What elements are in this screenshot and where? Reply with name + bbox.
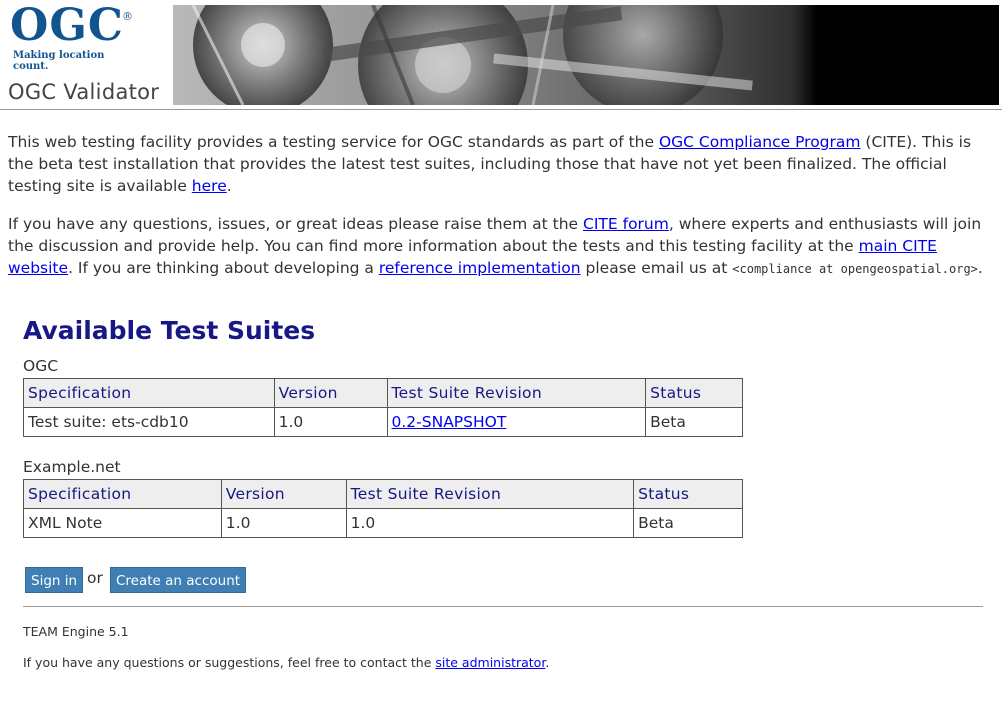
help-text: . [977,259,983,277]
available-test-suites-heading: Available Test Suites [23,316,316,345]
column-header-revision: Test Suite Revision [386,378,647,408]
logo-registered-mark: ® [122,10,133,23]
column-header-status: Status [633,479,743,509]
group-label-example-net: Example.net [23,458,121,476]
reference-implementation-link[interactable]: reference implementation [379,259,581,277]
intro-text: . [226,177,232,195]
test-suite-revision-link[interactable]: 0.2-SNAPSHOT [392,413,507,431]
header-divider [0,109,1002,110]
cell-revision: 0.2-SNAPSHOT [386,407,647,437]
test-suites-table-ogc: Specification Version Test Suite Revisio… [23,378,743,437]
column-header-version: Version [273,378,388,408]
footer-divider [23,606,983,607]
column-header-status: Status [645,378,743,408]
test-suites-table-example-net: Specification Version Test Suite Revisio… [23,479,743,538]
footer-version: TEAM Engine 5.1 [23,624,129,639]
footer-contact-text: . [545,655,550,670]
help-text: If you have any questions, issues, or gr… [8,215,584,233]
column-header-revision: Test Suite Revision [345,479,635,509]
cell-version: 1.0 [220,508,347,538]
cell-version: 1.0 [273,407,388,437]
footer-contact: If you have any questions or suggestions… [23,655,549,670]
create-account-button[interactable]: Create an account [110,567,247,593]
column-header-version: Version [220,479,347,509]
page-header: OGC ® Making location count. OGC Validat… [0,0,1002,110]
cell-specification: Test suite: ets-cdb10 [23,407,275,437]
logo-tagline: Making location count. [13,50,105,72]
cell-revision: 1.0 [345,508,635,538]
group-label-ogc: OGC [23,357,59,375]
help-text: please email us at [580,259,733,277]
help-text: . If you are thinking about developing a [68,259,379,277]
site-administrator-link[interactable]: site administrator [435,655,545,670]
cell-status: Beta [633,508,743,538]
help-paragraph: If you have any questions, issues, or gr… [8,213,993,280]
column-header-specification: Specification [23,378,275,408]
logo-wordmark: OGC [10,0,124,51]
footer-contact-text: If you have any questions or suggestions… [23,655,436,670]
cell-status: Beta [645,407,743,437]
sign-in-button[interactable]: Sign in [25,567,84,593]
compliance-email: <compliance at opengeospatial.org> [732,262,978,276]
or-separator: or [87,569,103,587]
table-header-row: Specification Version Test Suite Revisio… [23,378,743,408]
cite-forum-link[interactable]: CITE forum [583,215,669,233]
ogc-logo[interactable]: OGC ® Making location count. [10,0,140,72]
locomotive-wheels-photo [173,5,999,105]
table-header-row: Specification Version Test Suite Revisio… [23,479,743,509]
ogc-compliance-program-link[interactable]: OGC Compliance Program [659,133,861,151]
cell-specification: XML Note [23,508,222,538]
table-row: XML Note 1.0 1.0 Beta [23,508,743,538]
table-row: Test suite: ets-cdb10 1.0 0.2-SNAPSHOT B… [23,407,743,437]
intro-paragraph: This web testing facility provides a tes… [8,131,993,197]
column-header-specification: Specification [23,479,222,509]
header-banner-image [173,5,999,105]
intro-text: This web testing facility provides a tes… [8,133,659,151]
official-site-here-link[interactable]: here [192,177,227,195]
site-title: OGC Validator [8,80,160,104]
